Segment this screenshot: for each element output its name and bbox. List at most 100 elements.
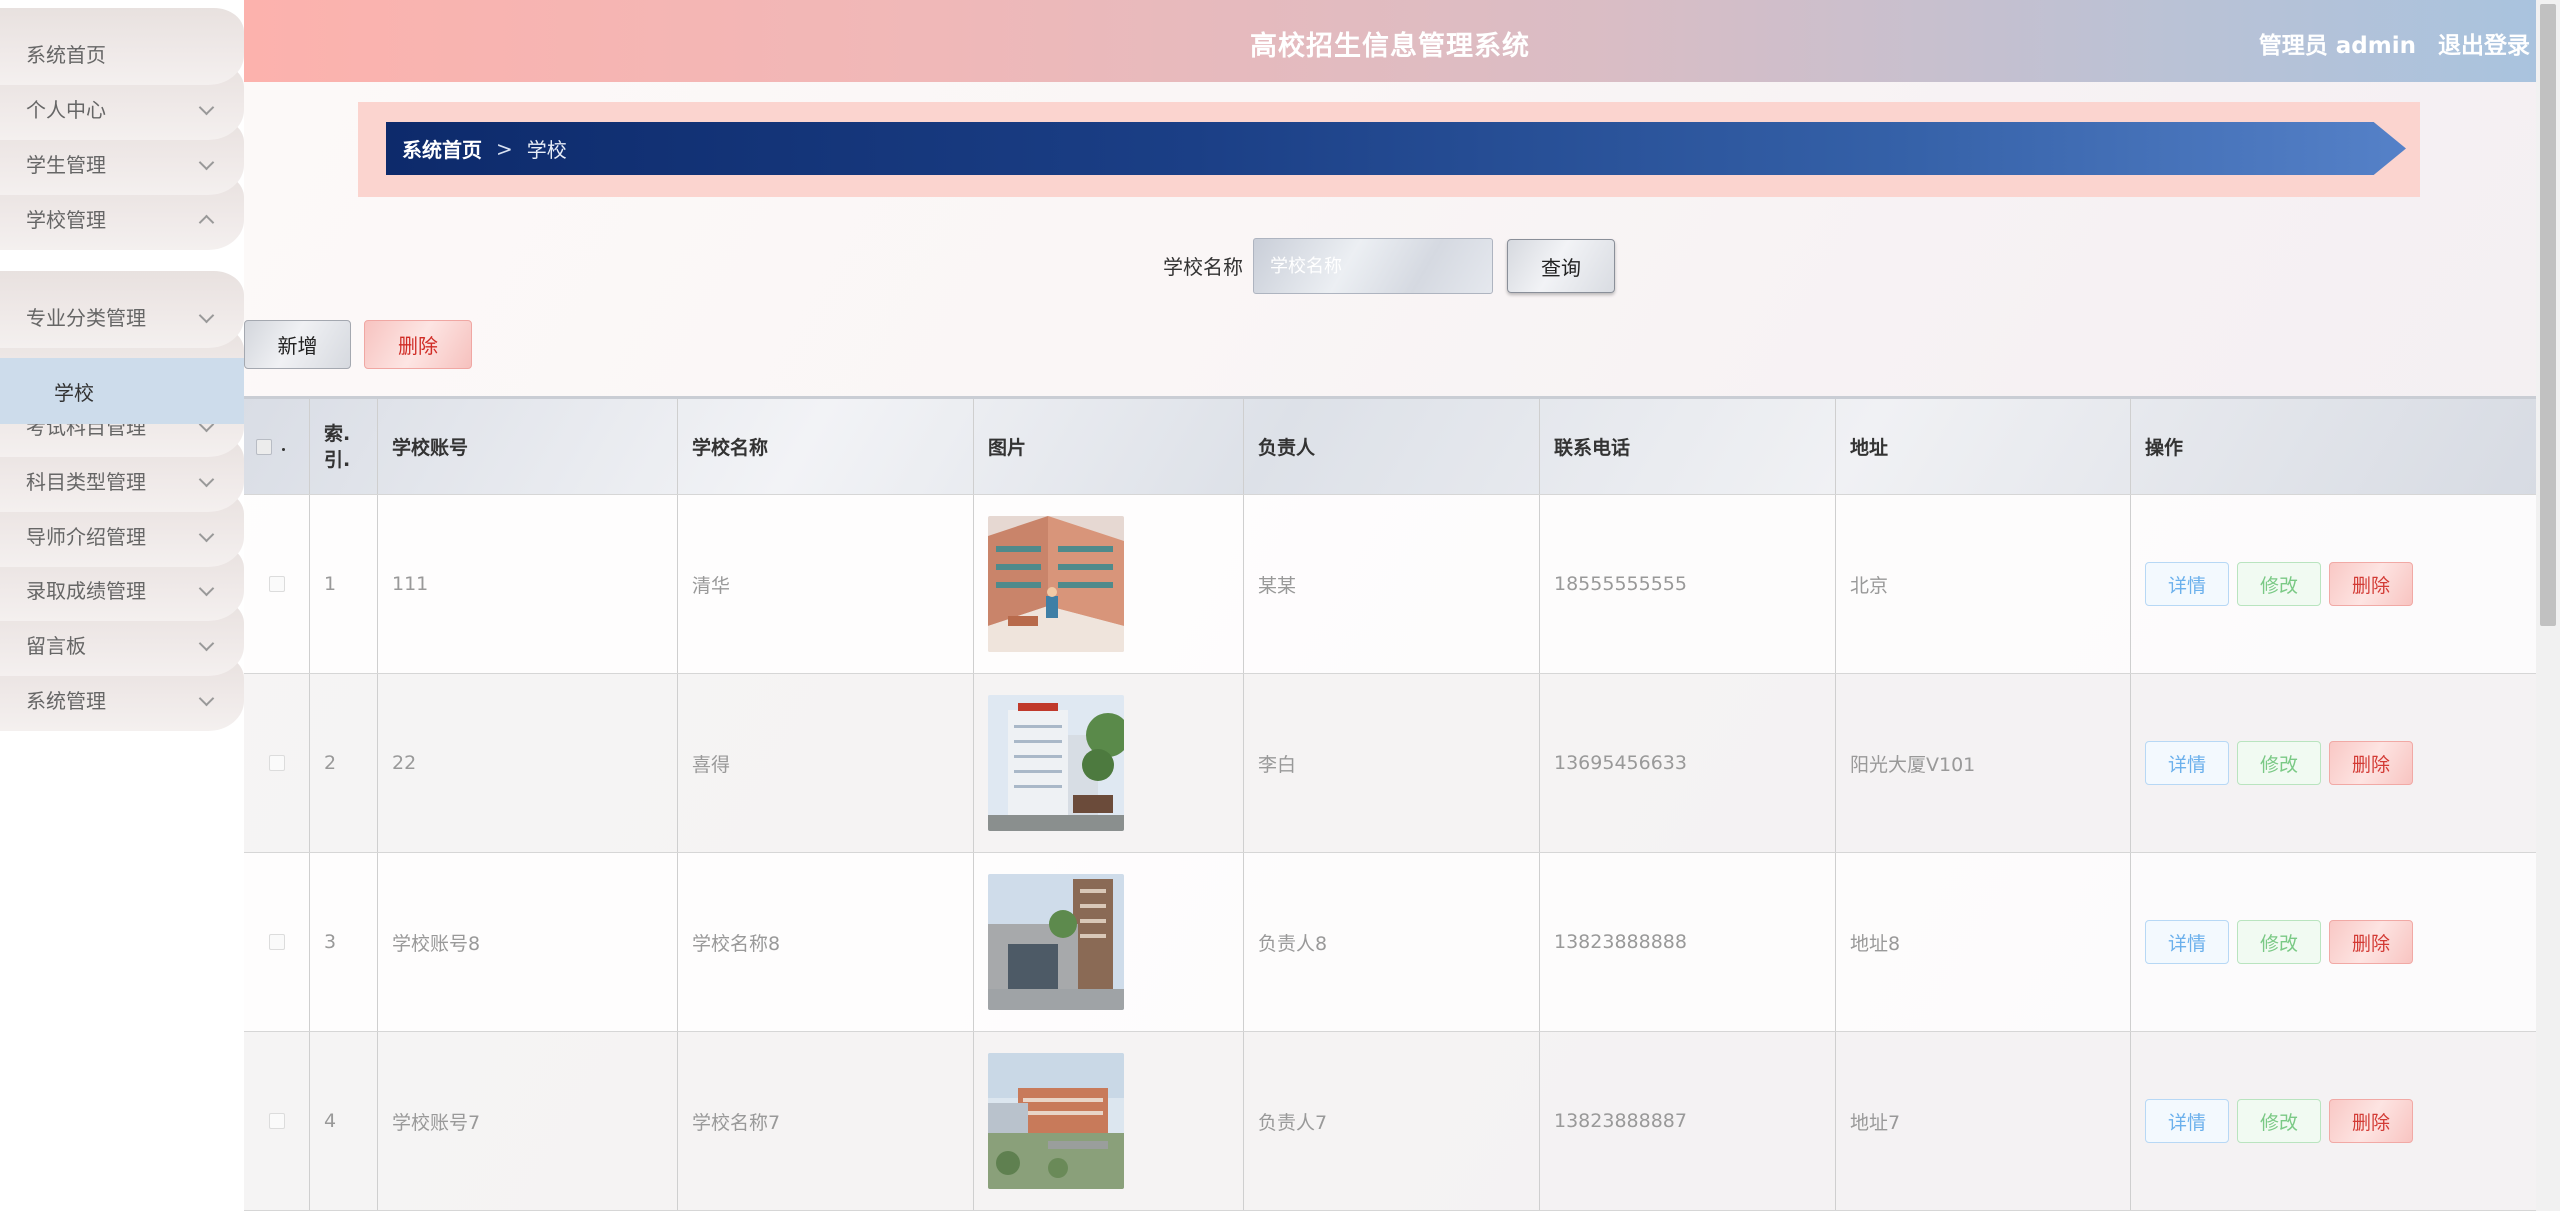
- add-button[interactable]: 新增: [244, 320, 351, 369]
- select-all-checkbox[interactable]: [256, 438, 272, 455]
- table-row: 1 111 清华 某某 18555555555 北京 详情 修改 删除: [244, 495, 2536, 674]
- sidebar-item-label: 专业分类管理: [26, 306, 146, 330]
- sidebar-item-label: 系统管理: [26, 689, 106, 713]
- detail-button[interactable]: 详情: [2145, 562, 2229, 606]
- sidebar-item-label: 导师介绍管理: [26, 525, 146, 549]
- top-header: 高校招生信息管理系统 管理员 admin 退出登录: [244, 0, 2536, 82]
- chevron-down-icon: [196, 580, 216, 600]
- detail-button[interactable]: 详情: [2145, 920, 2229, 964]
- header-manager: 负责人: [1244, 399, 1540, 494]
- chevron-down-icon: [196, 154, 216, 174]
- cell-image: [974, 495, 1244, 673]
- table-row: 2 22 喜得 李白 13695456633 阳光大厦V101 详情 修改 删除: [244, 674, 2536, 853]
- school-thumbnail[interactable]: [988, 874, 1124, 1010]
- chevron-down-icon: [196, 307, 216, 327]
- detail-button[interactable]: 详情: [2145, 741, 2229, 785]
- breadcrumb-current: 学校: [526, 138, 567, 162]
- header-select-all[interactable]: [244, 399, 310, 494]
- cell-index: 3: [310, 853, 378, 1031]
- school-thumbnail[interactable]: [988, 516, 1124, 652]
- edit-button[interactable]: 修改: [2237, 1099, 2321, 1143]
- row-delete-button[interactable]: 删除: [2329, 1099, 2413, 1143]
- cell-phone: 13823888887: [1540, 1032, 1836, 1210]
- row-delete-button[interactable]: 删除: [2329, 741, 2413, 785]
- header-dot: [282, 448, 285, 451]
- sidebar-item-label: 系统首页: [26, 43, 106, 67]
- sidebar-item-label: 录取成绩管理: [26, 579, 146, 603]
- cell-actions: 详情 修改 删除: [2131, 674, 2536, 852]
- cell-account: 22: [378, 674, 678, 852]
- header-account: 学校账号: [378, 399, 678, 494]
- cell-image: [974, 674, 1244, 852]
- school-thumbnail[interactable]: [988, 1053, 1124, 1189]
- page-scrollbar-thumb[interactable]: [2540, 4, 2556, 626]
- cell-image: [974, 1032, 1244, 1210]
- chevron-down-icon: [196, 635, 216, 655]
- row-select[interactable]: [244, 1032, 310, 1210]
- search-label: 学校名称: [1163, 255, 1243, 279]
- cell-image: [974, 853, 1244, 1031]
- header-phone: 联系电话: [1540, 399, 1836, 494]
- sidebar-item-label: 学生管理: [26, 153, 106, 177]
- cell-address: 北京: [1836, 495, 2131, 673]
- breadcrumb: 系统首页 > 学校: [386, 122, 2406, 175]
- sidebar-item-label: 科目类型管理: [26, 470, 146, 494]
- chevron-down-icon: [196, 526, 216, 546]
- cell-address: 地址8: [1836, 853, 2131, 1031]
- breadcrumb-banner: 系统首页 > 学校: [358, 102, 2420, 197]
- cell-actions: 详情 修改 删除: [2131, 1032, 2536, 1210]
- cell-phone: 13695456633: [1540, 674, 1836, 852]
- school-table: 索. 引. 学校账号 学校名称 图片 负责人 联系电话 地址 操作 1 111 清…: [244, 396, 2536, 1211]
- row-select[interactable]: [244, 495, 310, 673]
- edit-button[interactable]: 修改: [2237, 920, 2321, 964]
- cell-actions: 详情 修改 删除: [2131, 853, 2536, 1031]
- chevron-up-icon: [196, 209, 216, 229]
- header-index-label: 索. 引.: [324, 422, 351, 471]
- row-delete-button[interactable]: 删除: [2329, 562, 2413, 606]
- school-thumbnail[interactable]: [988, 695, 1124, 831]
- breadcrumb-home[interactable]: 系统首页: [402, 134, 482, 163]
- row-checkbox[interactable]: [268, 934, 285, 950]
- school-name-search-input[interactable]: [1253, 238, 1493, 294]
- cell-name: 清华: [678, 495, 974, 673]
- sidebar-subitem-school[interactable]: 学校: [0, 358, 244, 424]
- table-row: 4 学校账号7 学校名称7 负责人7 13823888887 地址7 详情 修改…: [244, 1032, 2536, 1211]
- cell-manager: 李白: [1244, 674, 1540, 852]
- sidebar-item-label: 个人中心: [26, 98, 106, 122]
- row-select[interactable]: [244, 853, 310, 1031]
- cell-address: 阳光大厦V101: [1836, 674, 2131, 852]
- cell-manager: 某某: [1244, 495, 1540, 673]
- sidebar: 系统管理留言板录取成绩管理导师介绍管理科目类型管理考试科目管理专业介绍管理专业分…: [0, 0, 244, 1211]
- sidebar-item-label: 学校管理: [26, 208, 106, 232]
- detail-button[interactable]: 详情: [2145, 1099, 2229, 1143]
- table-row: 3 学校账号8 学校名称8 负责人8 13823888888 地址8 详情 修改…: [244, 853, 2536, 1032]
- logout-link[interactable]: 退出登录: [2438, 26, 2530, 60]
- cell-index: 4: [310, 1032, 378, 1210]
- cell-phone: 18555555555: [1540, 495, 1836, 673]
- chevron-down-icon: [196, 690, 216, 710]
- header-actions: 操作: [2145, 437, 2184, 459]
- chevron-down-icon: [196, 471, 216, 491]
- sidebar-item-0[interactable]: 系统首页: [0, 8, 244, 85]
- cell-index: 1: [310, 495, 378, 673]
- edit-button[interactable]: 修改: [2237, 741, 2321, 785]
- cell-manager: 负责人8: [1244, 853, 1540, 1031]
- cell-phone: 13823888888: [1540, 853, 1836, 1031]
- row-checkbox[interactable]: [268, 755, 285, 771]
- row-checkbox[interactable]: [268, 1113, 285, 1129]
- current-user: 管理员 admin: [2258, 33, 2416, 59]
- batch-delete-button[interactable]: 删除: [364, 320, 472, 369]
- edit-button[interactable]: 修改: [2237, 562, 2321, 606]
- table-header-row: 索. 引. 学校账号 学校名称 图片 负责人 联系电话 地址 操作: [244, 399, 2536, 495]
- query-button[interactable]: 查询: [1507, 239, 1615, 293]
- header-name: 学校名称: [678, 399, 974, 494]
- sidebar-item-label: 留言板: [26, 634, 86, 658]
- row-checkbox[interactable]: [268, 576, 285, 592]
- cell-actions: 详情 修改 删除: [2131, 495, 2536, 673]
- header-index: 索. 引.: [310, 399, 378, 494]
- chevron-down-icon: [196, 99, 216, 119]
- row-delete-button[interactable]: 删除: [2329, 920, 2413, 964]
- cell-index: 2: [310, 674, 378, 852]
- sidebar-item-4[interactable]: 专业分类管理: [0, 271, 244, 348]
- row-select[interactable]: [244, 674, 310, 852]
